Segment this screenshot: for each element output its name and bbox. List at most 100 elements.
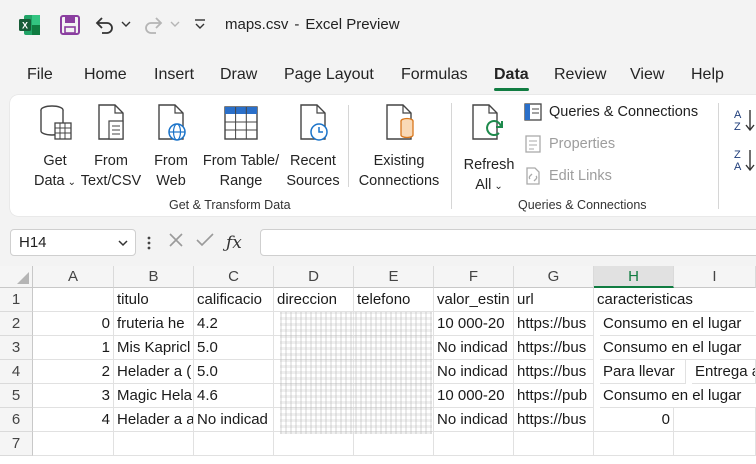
tab-draw[interactable]: Draw — [220, 66, 257, 84]
refresh-all-button[interactable]: Refresh All ⌄ — [460, 103, 518, 197]
cell-g7[interactable] — [514, 432, 594, 456]
cell-b1[interactable]: titulo — [114, 288, 194, 312]
cell-c3[interactable]: 5.0 — [194, 336, 274, 360]
cell-e1[interactable]: telefono — [354, 288, 434, 312]
tab-formulas[interactable]: Formulas — [401, 66, 468, 84]
cell-i4[interactable]: Entrega a — [692, 360, 756, 384]
cell-i7[interactable] — [674, 432, 756, 456]
cell-e3[interactable] — [354, 336, 434, 360]
cell-h2[interactable]: Consumo en el lugar — [600, 312, 756, 336]
cell-e7[interactable] — [354, 432, 434, 456]
select-all-corner[interactable] — [0, 266, 33, 288]
row-header-1[interactable]: 1 — [0, 288, 33, 312]
queries-connections-button[interactable]: Queries & Connections — [524, 103, 698, 121]
undo-icon[interactable] — [92, 13, 116, 37]
sort-az-button[interactable]: A Z — [732, 107, 756, 137]
cell-d7[interactable] — [274, 432, 354, 456]
cell-d5[interactable] — [274, 384, 354, 408]
column-header-e[interactable]: E — [354, 266, 434, 288]
cell-h1[interactable]: caracteristicas — [594, 288, 754, 312]
spreadsheet-grid[interactable]: A B C D E F G H I 1 2 3 4 5 6 7 titulo c… — [0, 266, 756, 464]
row-header-2[interactable]: 2 — [0, 312, 33, 336]
cell-i6[interactable] — [674, 408, 756, 432]
row-header-6[interactable]: 6 — [0, 408, 33, 432]
tab-review[interactable]: Review — [554, 66, 606, 84]
save-icon[interactable] — [58, 13, 82, 37]
cell-c4[interactable]: 5.0 — [194, 360, 274, 384]
cell-a2[interactable]: 0 — [33, 312, 114, 336]
from-text-csv-button[interactable]: From Text/CSV — [80, 103, 142, 191]
tab-page-layout[interactable]: Page Layout — [284, 66, 374, 84]
cell-b7[interactable] — [114, 432, 194, 456]
cell-f2[interactable]: 10 000-20 — [434, 312, 514, 336]
cell-h6[interactable]: 0 — [594, 408, 674, 432]
chevron-down-icon[interactable] — [117, 236, 129, 253]
more-options-icon[interactable] — [142, 236, 156, 250]
tab-insert[interactable]: Insert — [154, 66, 194, 84]
cell-h3[interactable]: Consumo en el lugar — [600, 336, 756, 360]
cell-h7[interactable] — [594, 432, 674, 456]
column-header-d[interactable]: D — [274, 266, 354, 288]
name-box[interactable]: H14 — [10, 229, 136, 256]
row-header-7[interactable]: 7 — [0, 432, 33, 456]
cell-c5[interactable]: 4.6 — [194, 384, 274, 408]
tab-home[interactable]: Home — [84, 66, 127, 84]
cell-f5[interactable]: 10 000-20 — [434, 384, 514, 408]
cell-b4[interactable]: Helader a ( — [114, 360, 194, 384]
existing-connections-button[interactable]: Existing Connections — [354, 103, 444, 191]
cell-h5[interactable]: Consumo en el lugar — [600, 384, 756, 408]
recent-sources-button[interactable]: Recent Sources — [284, 103, 342, 191]
cell-a6[interactable]: 4 — [33, 408, 114, 432]
cell-f4[interactable]: No indicad — [434, 360, 514, 384]
cell-a4[interactable]: 2 — [33, 360, 114, 384]
cell-c7[interactable] — [194, 432, 274, 456]
cell-d2[interactable] — [274, 312, 354, 336]
undo-dropdown-icon[interactable] — [119, 17, 133, 31]
column-header-c[interactable]: C — [194, 266, 274, 288]
cell-d1[interactable]: direccion — [274, 288, 354, 312]
cell-a7[interactable] — [33, 432, 114, 456]
cell-b2[interactable]: fruteria he — [114, 312, 194, 336]
column-header-g[interactable]: G — [514, 266, 594, 288]
column-header-i[interactable]: I — [674, 266, 756, 288]
from-table-range-button[interactable]: From Table/ Range — [198, 103, 284, 191]
sort-za-button[interactable]: Z A — [732, 147, 756, 177]
cell-b3[interactable]: Mis Kapricl — [114, 336, 194, 360]
cell-e2[interactable] — [354, 312, 434, 336]
cell-b6[interactable]: Helader a a — [114, 408, 194, 432]
column-header-b[interactable]: B — [114, 266, 194, 288]
cell-d6[interactable] — [274, 408, 354, 432]
cell-g5[interactable]: https://pub — [514, 384, 594, 408]
cell-g3[interactable]: https://bus — [514, 336, 594, 360]
tab-help[interactable]: Help — [691, 66, 724, 84]
cell-c2[interactable]: 4.2 — [194, 312, 274, 336]
tab-view[interactable]: View — [630, 66, 664, 84]
cell-e4[interactable] — [354, 360, 434, 384]
cell-a1[interactable] — [33, 288, 114, 312]
cell-d4[interactable] — [274, 360, 354, 384]
column-header-f[interactable]: F — [434, 266, 514, 288]
cell-f3[interactable]: No indicad — [434, 336, 514, 360]
cell-g1[interactable]: url — [514, 288, 594, 312]
column-header-h[interactable]: H — [594, 266, 674, 288]
customize-qat-icon[interactable] — [193, 17, 207, 33]
row-header-3[interactable]: 3 — [0, 336, 33, 360]
row-header-4[interactable]: 4 — [0, 360, 33, 384]
cell-f1[interactable]: valor_estin — [434, 288, 514, 312]
get-data-button[interactable]: Get Data ⌄ — [30, 103, 80, 193]
from-web-button[interactable]: From Web — [148, 103, 194, 191]
formula-input[interactable] — [260, 229, 756, 256]
cell-a3[interactable]: 1 — [33, 336, 114, 360]
cell-e5[interactable] — [354, 384, 434, 408]
cell-g2[interactable]: https://bus — [514, 312, 594, 336]
cell-a5[interactable]: 3 — [33, 384, 114, 408]
cell-g4[interactable]: https://bus — [514, 360, 594, 384]
cell-f6[interactable]: No indicad — [434, 408, 514, 432]
cell-h4[interactable]: Para llevar — [600, 360, 686, 384]
cell-c1[interactable]: calificacio — [194, 288, 274, 312]
cell-b5[interactable]: Magic Hela — [114, 384, 194, 408]
cell-e6[interactable] — [354, 408, 434, 432]
tab-file[interactable]: File — [27, 66, 53, 84]
cell-c6[interactable]: No indicad — [194, 408, 274, 432]
cell-d3[interactable] — [274, 336, 354, 360]
